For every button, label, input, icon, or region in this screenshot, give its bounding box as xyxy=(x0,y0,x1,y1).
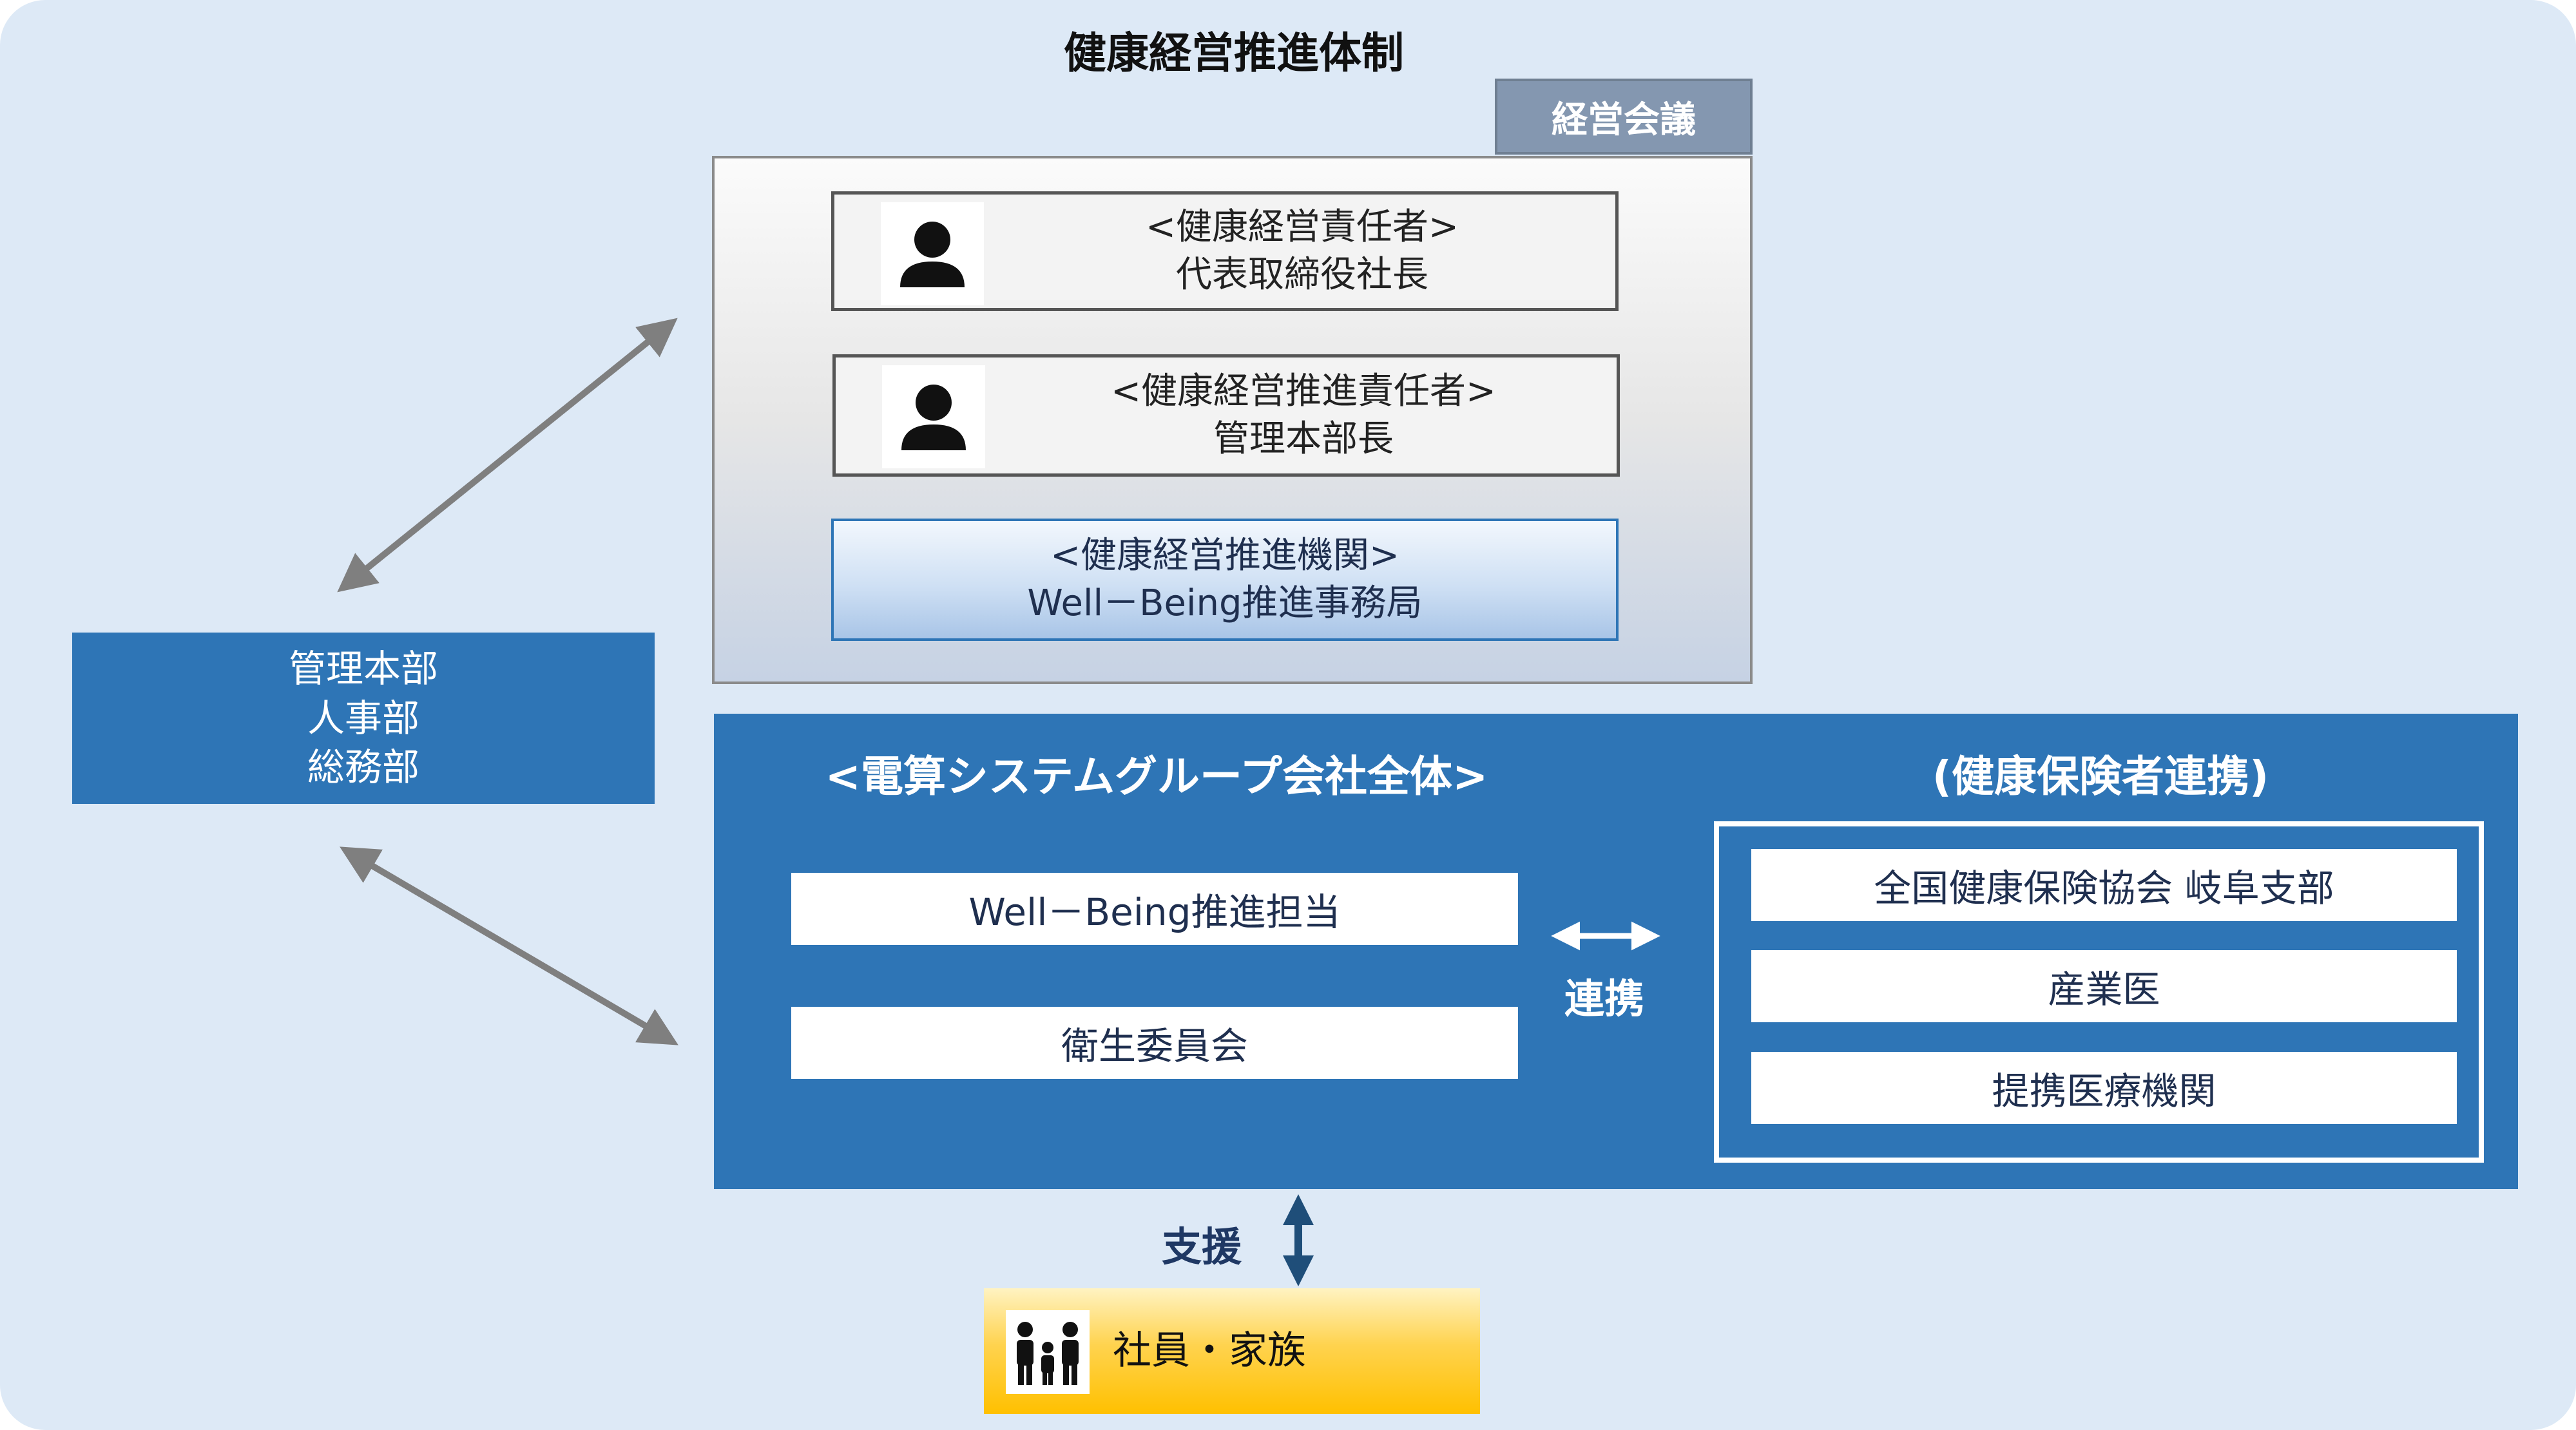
diagram-canvas: 健康経営推進体制 経営会議 <健康経営責任者> 代表取締役社長 <健康経営推進責… xyxy=(0,0,2576,1430)
admin-group-arrow xyxy=(340,846,678,1045)
arrows-layer xyxy=(337,318,1660,1286)
admin-meeting-arrow xyxy=(337,318,678,593)
